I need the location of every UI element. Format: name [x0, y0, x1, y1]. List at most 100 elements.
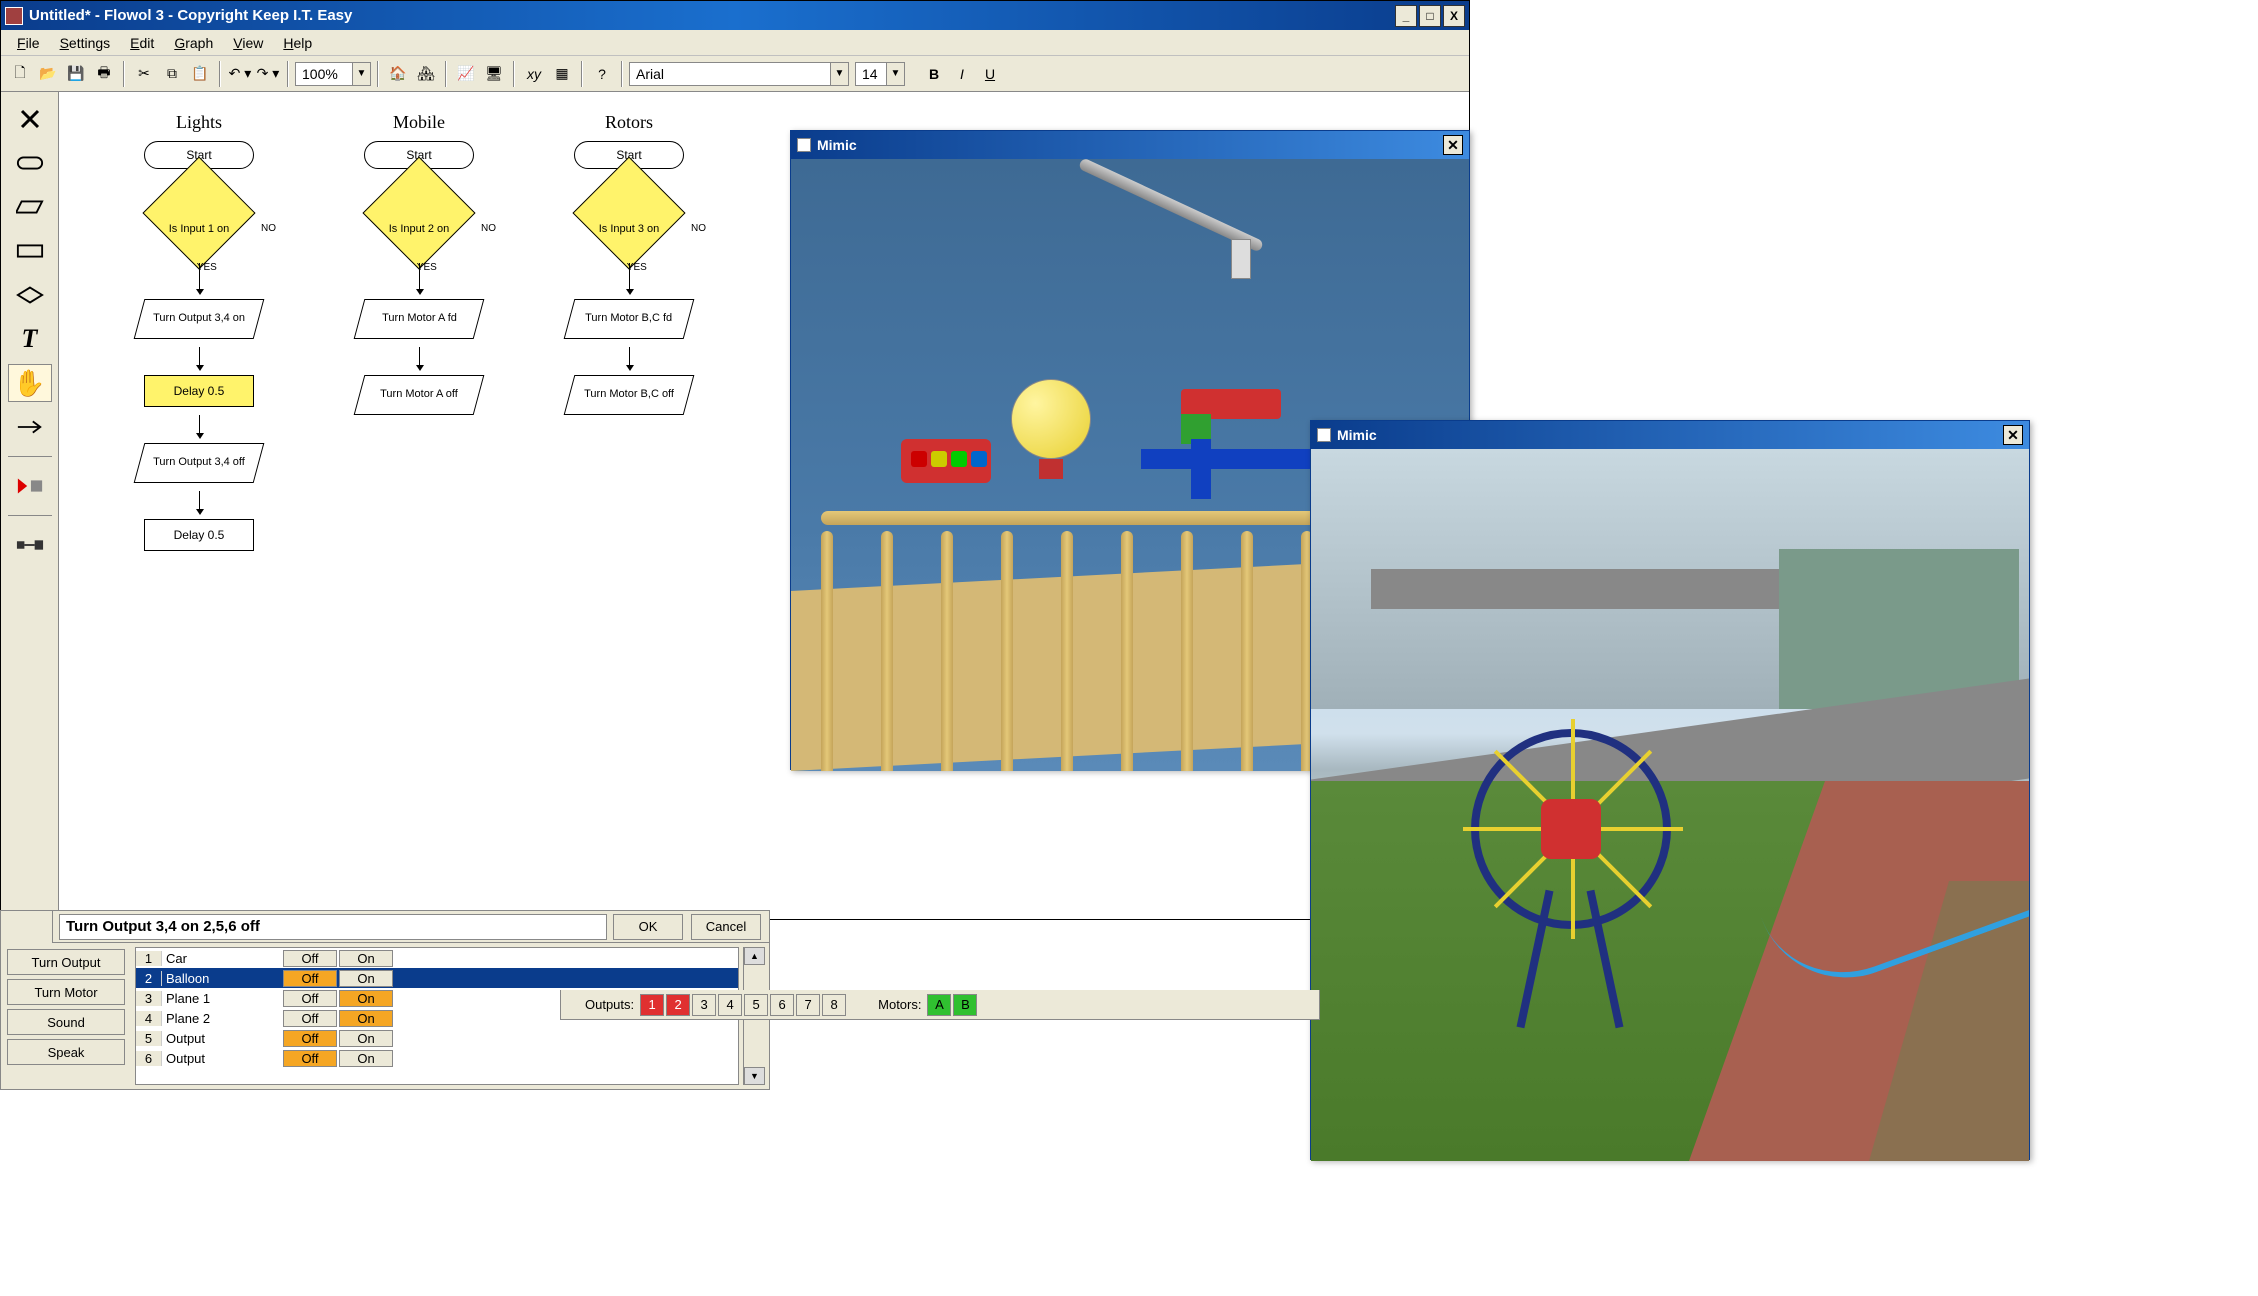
sound-button[interactable]: Sound	[7, 1009, 125, 1035]
new-icon[interactable]: 🗋	[7, 61, 33, 87]
paste-icon[interactable]: 📋	[187, 61, 213, 87]
maximize-button[interactable]: □	[1419, 5, 1441, 27]
off-button[interactable]: Off	[283, 990, 337, 1007]
menu-graph[interactable]: Graph	[166, 32, 221, 54]
cut-icon[interactable]: ✂	[131, 61, 157, 87]
redo-icon[interactable]: ↷ ▾	[255, 61, 281, 87]
ok-button[interactable]: OK	[613, 914, 683, 940]
mimic2-icon[interactable]: 🏘	[413, 61, 439, 87]
table-row[interactable]: 1CarOffOn	[136, 948, 738, 968]
scroll-up-icon[interactable]: ▲	[744, 947, 765, 965]
connect-tool[interactable]	[8, 526, 52, 564]
mimic-window-seaside[interactable]: Mimic ✕	[1310, 420, 2030, 1160]
minimize-button[interactable]: _	[1395, 5, 1417, 27]
fontsize-select[interactable]: ▼	[855, 62, 905, 86]
graph-icon[interactable]: 📈	[453, 61, 479, 87]
delay-node[interactable]: Delay 0.5	[144, 519, 254, 551]
process-node[interactable]: Turn Output 3,4 off	[134, 443, 265, 483]
scroll-down-icon[interactable]: ▼	[744, 1067, 765, 1085]
parallelogram-tool[interactable]	[8, 188, 52, 226]
font-select[interactable]: ▼	[629, 62, 849, 86]
on-button[interactable]: On	[339, 950, 393, 967]
variables-icon[interactable]: xy	[521, 61, 547, 87]
menu-help[interactable]: Help	[275, 32, 320, 54]
close-icon[interactable]: ✕	[2003, 425, 2023, 445]
mimic-icon[interactable]: 🏠	[385, 61, 411, 87]
menu-settings[interactable]: Settings	[52, 32, 119, 54]
on-button[interactable]: On	[339, 1010, 393, 1027]
output-indicator[interactable]: 8	[822, 994, 846, 1016]
diamond-tool[interactable]	[8, 276, 52, 314]
off-button[interactable]: Off	[283, 1010, 337, 1027]
output-indicator[interactable]: 6	[770, 994, 794, 1016]
close-icon[interactable]: ✕	[1443, 135, 1463, 155]
process-node[interactable]: Turn Motor B,C fd	[564, 299, 695, 339]
on-button[interactable]: On	[339, 970, 393, 987]
output-indicator[interactable]: 2	[666, 994, 690, 1016]
speak-button[interactable]: Speak	[7, 1039, 125, 1065]
off-button[interactable]: Off	[283, 950, 337, 967]
off-button[interactable]: Off	[283, 970, 337, 987]
turn-motor-button[interactable]: Turn Motor	[7, 979, 125, 1005]
run-stop-tool[interactable]	[8, 467, 52, 505]
mimic-balloon	[1011, 379, 1091, 459]
print-icon[interactable]: 🖶	[91, 61, 117, 87]
zoom-select[interactable]: ▼	[295, 62, 371, 86]
save-icon[interactable]: 💾	[63, 61, 89, 87]
zoom-input[interactable]	[296, 63, 352, 85]
open-icon[interactable]: 📂	[35, 61, 61, 87]
process-node[interactable]: Turn Motor A fd	[354, 299, 485, 339]
off-button[interactable]: Off	[283, 1030, 337, 1047]
process-node[interactable]: Turn Output 3,4 on	[134, 299, 265, 339]
table-icon[interactable]: ▦	[549, 61, 575, 87]
mimic-titlebar[interactable]: Mimic ✕	[1311, 421, 2029, 449]
table-row[interactable]: 6OutputOffOn	[136, 1048, 738, 1068]
flowchart-title: Rotors	[549, 112, 709, 133]
bold-button[interactable]: B	[921, 61, 947, 87]
font-input[interactable]	[630, 63, 830, 85]
on-button[interactable]: On	[339, 1030, 393, 1047]
decision-node[interactable]: Is Input 3 on NO YES	[574, 205, 684, 255]
delay-node[interactable]: Delay 0.5	[144, 375, 254, 407]
close-button[interactable]: X	[1443, 5, 1465, 27]
on-button[interactable]: On	[339, 990, 393, 1007]
mimic-titlebar[interactable]: Mimic ✕	[791, 131, 1469, 159]
cancel-button[interactable]: Cancel	[691, 914, 761, 940]
chevron-down-icon[interactable]: ▼	[352, 63, 370, 85]
italic-button[interactable]: I	[949, 61, 975, 87]
menu-edit[interactable]: Edit	[122, 32, 162, 54]
turn-output-button[interactable]: Turn Output	[7, 949, 125, 975]
chevron-down-icon[interactable]: ▼	[886, 63, 904, 85]
decision-node[interactable]: Is Input 2 on NO YES	[364, 205, 474, 255]
motor-indicator[interactable]: B	[953, 994, 977, 1016]
monitor-icon[interactable]: 🖥	[481, 61, 507, 87]
text-tool[interactable]: T	[8, 320, 52, 358]
output-indicator[interactable]: 5	[744, 994, 768, 1016]
output-indicator[interactable]: 4	[718, 994, 742, 1016]
undo-icon[interactable]: ↶ ▾	[227, 61, 253, 87]
hand-tool[interactable]: ✋	[8, 364, 52, 402]
rectangle-tool[interactable]	[8, 232, 52, 270]
chevron-down-icon[interactable]: ▼	[830, 63, 848, 85]
output-indicator[interactable]: 7	[796, 994, 820, 1016]
table-row[interactable]: 5OutputOffOn	[136, 1028, 738, 1048]
fontsize-input[interactable]	[856, 63, 886, 85]
arrow-tool[interactable]	[8, 408, 52, 446]
off-button[interactable]: Off	[283, 1050, 337, 1067]
menu-view[interactable]: View	[225, 32, 271, 54]
table-row[interactable]: 2BalloonOffOn	[136, 968, 738, 988]
output-indicator[interactable]: 1	[640, 994, 664, 1016]
process-node[interactable]: Turn Motor A off	[354, 375, 485, 415]
output-indicator[interactable]: 3	[692, 994, 716, 1016]
menubar: File Settings Edit Graph View Help	[1, 30, 1469, 56]
motor-indicator[interactable]: A	[927, 994, 951, 1016]
decision-node[interactable]: Is Input 1 on NO YES	[144, 205, 254, 255]
underline-button[interactable]: U	[977, 61, 1003, 87]
delete-tool[interactable]	[8, 100, 52, 138]
help-icon[interactable]: ?	[589, 61, 615, 87]
on-button[interactable]: On	[339, 1050, 393, 1067]
copy-icon[interactable]: ⧉	[159, 61, 185, 87]
process-node[interactable]: Turn Motor B,C off	[564, 375, 695, 415]
terminator-tool[interactable]	[8, 144, 52, 182]
menu-file[interactable]: File	[9, 32, 48, 54]
